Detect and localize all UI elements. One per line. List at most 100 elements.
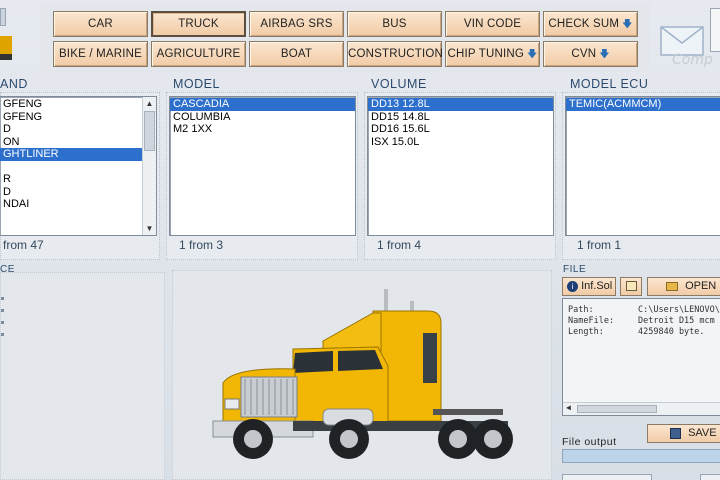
save-file-button[interactable]: SAVE F xyxy=(647,424,720,443)
arrow-down-icon: 🡇 xyxy=(599,49,610,60)
category-button-label: CAR xyxy=(88,18,113,30)
volume-count: 1 from 4 xyxy=(377,238,422,252)
category-button-boat[interactable]: BOAT xyxy=(249,41,344,67)
list-item[interactable]: TEMIC(ACMMCM) xyxy=(566,98,720,111)
arrow-down-icon: 🡇 xyxy=(622,19,633,30)
category-button-label: BIKE / MARINE xyxy=(58,48,143,60)
open-file-label: OPEN F xyxy=(685,280,720,292)
list-item[interactable] xyxy=(0,161,142,174)
category-button-label: CONSTRUCTION xyxy=(348,48,444,60)
category-button-check-sum[interactable]: CHECK SUM 🡇 xyxy=(543,11,638,37)
arrow-down-icon: 🡇 xyxy=(527,49,538,60)
list-item[interactable]: NDAI xyxy=(0,198,142,211)
volume-label: VOLUME xyxy=(371,77,427,91)
category-button-cvn[interactable]: CVN 🡇 xyxy=(543,41,638,67)
export-button[interactable] xyxy=(620,277,642,296)
logo-icon xyxy=(0,28,12,64)
list-item[interactable]: DD16 15.6L xyxy=(368,123,553,136)
list-item[interactable]: ISX 15.0L xyxy=(368,136,553,149)
list-item[interactable]: DD15 14.8L xyxy=(368,111,553,124)
open-file-button[interactable]: OPEN F xyxy=(647,277,720,296)
scroll-left-icon[interactable]: ◀ xyxy=(566,403,571,412)
app-window: CAR TRUCK AIRBAG SRS BUS VIN CODE CHECK SUM 🡇 … xyxy=(0,0,720,480)
category-button-construction[interactable]: CONSTRUCTION xyxy=(347,41,444,67)
brand-count: from 47 xyxy=(3,238,44,252)
export-icon xyxy=(626,281,637,292)
category-button-label: CVN xyxy=(571,48,597,60)
list-scrollbar[interactable]: ▲ ▼ xyxy=(142,97,156,235)
info-solution-label: Inf.Sol xyxy=(581,280,613,292)
right-side-control[interactable] xyxy=(710,8,720,52)
file-output-label: File output xyxy=(562,436,617,448)
save-file-label: SAVE F xyxy=(688,427,720,439)
category-button-agriculture[interactable]: AGRICULTURE xyxy=(151,41,246,67)
volume-panel: DD13 12.8L DD15 14.8L DD16 15.6L ISX 15.0L … xyxy=(364,92,556,260)
list-item[interactable]: ON xyxy=(0,136,142,149)
length-value: 4259840 byte. xyxy=(638,327,705,337)
bottom-tab-1[interactable] xyxy=(562,474,652,480)
ecu-panel: TEMIC(ACMMCM) 1 from 1 xyxy=(562,92,720,260)
left-section-panel xyxy=(0,272,165,480)
file-label: FILE xyxy=(563,264,587,275)
info-scroll-thumb[interactable] xyxy=(577,405,657,413)
bottom-tab-2[interactable] xyxy=(700,474,720,480)
ecu-list[interactable]: TEMIC(ACMMCM) xyxy=(565,96,720,236)
category-button-bus[interactable]: BUS xyxy=(347,11,442,37)
info-horizontal-scrollbar[interactable]: ◀ xyxy=(563,402,720,415)
model-panel: CASCADIA COLUMBIA M2 1XX 1 from 3 xyxy=(166,92,358,260)
category-button-vin-code[interactable]: VIN CODE xyxy=(445,11,540,37)
category-button-label: BOAT xyxy=(280,48,313,60)
model-count: 1 from 3 xyxy=(179,238,224,252)
path-key: Path: xyxy=(568,305,594,315)
watermark-text: Comp xyxy=(672,52,713,68)
category-button-label: AGRICULTURE xyxy=(156,48,241,60)
file-info-box: Path: C:\Users\LENOVO\ NameFile: Detroit… xyxy=(562,298,720,416)
path-value: C:\Users\LENOVO\ xyxy=(638,305,720,315)
length-key: Length: xyxy=(568,327,604,337)
window-control[interactable] xyxy=(0,8,6,26)
brand-panel: GFENG GFENG D ON GHTLINER R D NDAI ▲ ▼ from 47 xyxy=(0,92,160,260)
model-list[interactable]: CASCADIA COLUMBIA M2 1XX xyxy=(169,96,356,236)
category-button-label: CHIP TUNING xyxy=(447,48,525,60)
brand-list[interactable]: GFENG GFENG D ON GHTLINER R D NDAI ▲ ▼ xyxy=(0,96,157,236)
category-button-label: VIN CODE xyxy=(463,18,522,30)
scroll-down-icon[interactable]: ▼ xyxy=(143,222,156,235)
list-item[interactable]: R xyxy=(0,173,142,186)
category-button-label: TRUCK xyxy=(178,18,219,30)
truck-image xyxy=(212,289,513,459)
category-button-label: AIRBAG SRS xyxy=(260,18,333,30)
save-icon xyxy=(670,427,681,439)
list-item[interactable]: GFENG xyxy=(0,111,142,124)
scroll-up-icon[interactable]: ▲ xyxy=(143,97,156,110)
scroll-thumb[interactable] xyxy=(144,111,155,151)
file-output-field[interactable] xyxy=(562,449,720,463)
ecu-count: 1 from 1 xyxy=(577,238,622,252)
category-button-chip-tuning[interactable]: CHIP TUNING 🡇 xyxy=(445,41,540,67)
ecu-label: MODEL ECU xyxy=(570,77,649,91)
filename-key: NameFile: xyxy=(568,316,615,326)
left-edge-marks xyxy=(1,297,4,336)
category-panel: CAR TRUCK AIRBAG SRS BUS VIN CODE CHECK SUM 🡇 … xyxy=(40,4,650,72)
category-button-bike-marine[interactable]: BIKE / MARINE xyxy=(53,41,148,67)
vehicle-image-panel xyxy=(172,270,552,480)
list-item[interactable]: D xyxy=(0,123,142,136)
filename-value: Detroit D15 mcm xyxy=(638,316,715,326)
category-button-label: CHECK SUM xyxy=(548,18,620,30)
category-button-car[interactable]: CAR xyxy=(53,11,148,37)
folder-icon xyxy=(666,281,678,291)
list-item[interactable]: M2 1XX xyxy=(170,123,355,136)
category-button-airbag-srs[interactable]: AIRBAG SRS xyxy=(249,11,344,37)
list-item[interactable]: COLUMBIA xyxy=(170,111,355,124)
list-item[interactable]: GFENG xyxy=(0,98,142,111)
category-button-label: BUS xyxy=(382,18,407,30)
volume-list[interactable]: DD13 12.8L DD15 14.8L DD16 15.6L ISX 15.0L xyxy=(367,96,554,236)
category-button-truck[interactable]: TRUCK xyxy=(151,11,246,37)
list-item[interactable]: GHTLINER xyxy=(0,148,142,161)
info-solution-button[interactable]: i Inf.Sol xyxy=(562,277,616,296)
model-label: MODEL xyxy=(173,77,220,91)
brand-label: AND xyxy=(0,77,28,91)
list-item[interactable]: DD13 12.8L xyxy=(368,98,553,111)
info-icon: i xyxy=(567,280,578,292)
list-item[interactable]: CASCADIA xyxy=(170,98,355,111)
list-item[interactable]: D xyxy=(0,186,142,199)
